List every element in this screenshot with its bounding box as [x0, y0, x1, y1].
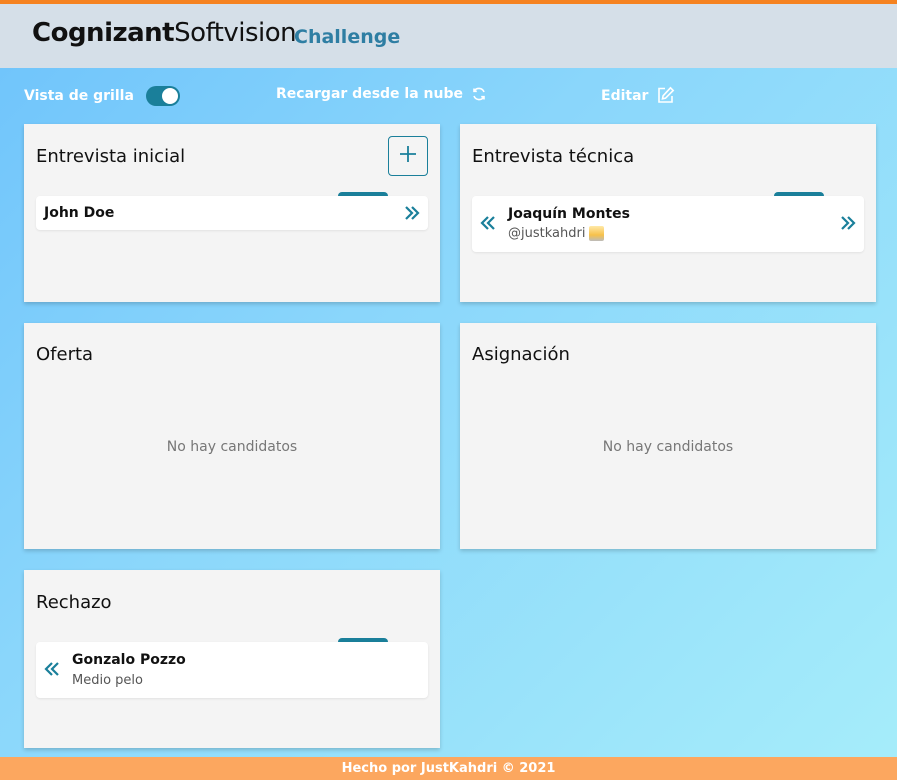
move-right-button[interactable] [404, 205, 420, 226]
edit-label: Editar [601, 87, 649, 104]
panel-oferta: Oferta No hay candidatos [24, 323, 440, 549]
app-header: CognizantSoftvision Challenge [0, 4, 897, 68]
panel-rechazo: Rechazo Gonzalo Pozzo Medio pelo [24, 570, 440, 748]
panel-title: Asignación [472, 344, 570, 365]
app-subtitle: Challenge [294, 26, 401, 48]
panel-entrevista-tecnica: Entrevista técnica Joaquín Montes @justk… [460, 124, 876, 302]
switch-knob [161, 88, 178, 104]
candidate-card[interactable]: John Doe [36, 196, 428, 230]
candidate-name: John Doe [44, 205, 115, 221]
brand-name-bold: Cognizant [32, 18, 175, 48]
panel-asignacion: Asignación No hay candidatos [460, 323, 876, 549]
edit-icon [656, 86, 675, 105]
candidate-comment: Medio pelo [72, 673, 143, 688]
panel-title: Entrevista inicial [36, 146, 186, 167]
plus-icon [399, 145, 417, 168]
emoji-icon [589, 226, 605, 241]
footer: Hecho por JustKahdri © 2021 [0, 757, 897, 780]
panel-title: Rechazo [36, 592, 112, 613]
move-left-button[interactable] [44, 661, 60, 682]
candidate-name: Gonzalo Pozzo [72, 652, 186, 668]
move-right-button[interactable] [840, 215, 856, 236]
candidate-comment-text: @justkahdri [508, 226, 586, 241]
brand-logo: CognizantSoftvision [32, 18, 297, 48]
empty-state: No hay candidatos [602, 439, 734, 455]
chevron-double-left-icon [44, 662, 60, 681]
chevron-double-right-icon [840, 216, 856, 235]
candidate-card[interactable]: Gonzalo Pozzo Medio pelo [36, 642, 428, 698]
grid-view-switch[interactable] [145, 86, 180, 106]
grid-view-label: Vista de grilla [24, 88, 134, 104]
edit-button[interactable]: Editar [601, 86, 675, 105]
panel-entrevista-inicial: Entrevista inicial John Doe [24, 124, 440, 302]
empty-state: No hay candidatos [166, 439, 298, 455]
panel-title: Entrevista técnica [472, 146, 635, 167]
panel-title: Oferta [36, 344, 94, 365]
chevron-double-right-icon [404, 206, 420, 225]
add-candidate-button[interactable] [388, 136, 428, 176]
grid-view-toggle[interactable]: Vista de grilla [24, 86, 180, 106]
candidate-name: Joaquín Montes [508, 206, 630, 222]
refresh-icon [471, 86, 487, 102]
chevron-double-left-icon [480, 216, 496, 235]
move-left-button[interactable] [480, 215, 496, 236]
toolbar: Vista de grilla Recargar desde la nube E… [0, 68, 897, 124]
candidate-comment: @justkahdri [508, 226, 605, 241]
candidate-comment-text: Medio pelo [72, 673, 143, 688]
candidate-card[interactable]: Joaquín Montes @justkahdri [472, 196, 864, 252]
reload-label: Recargar desde la nube [276, 86, 463, 102]
brand-name-light: Softvision [174, 18, 297, 48]
reload-button[interactable]: Recargar desde la nube [276, 86, 487, 102]
